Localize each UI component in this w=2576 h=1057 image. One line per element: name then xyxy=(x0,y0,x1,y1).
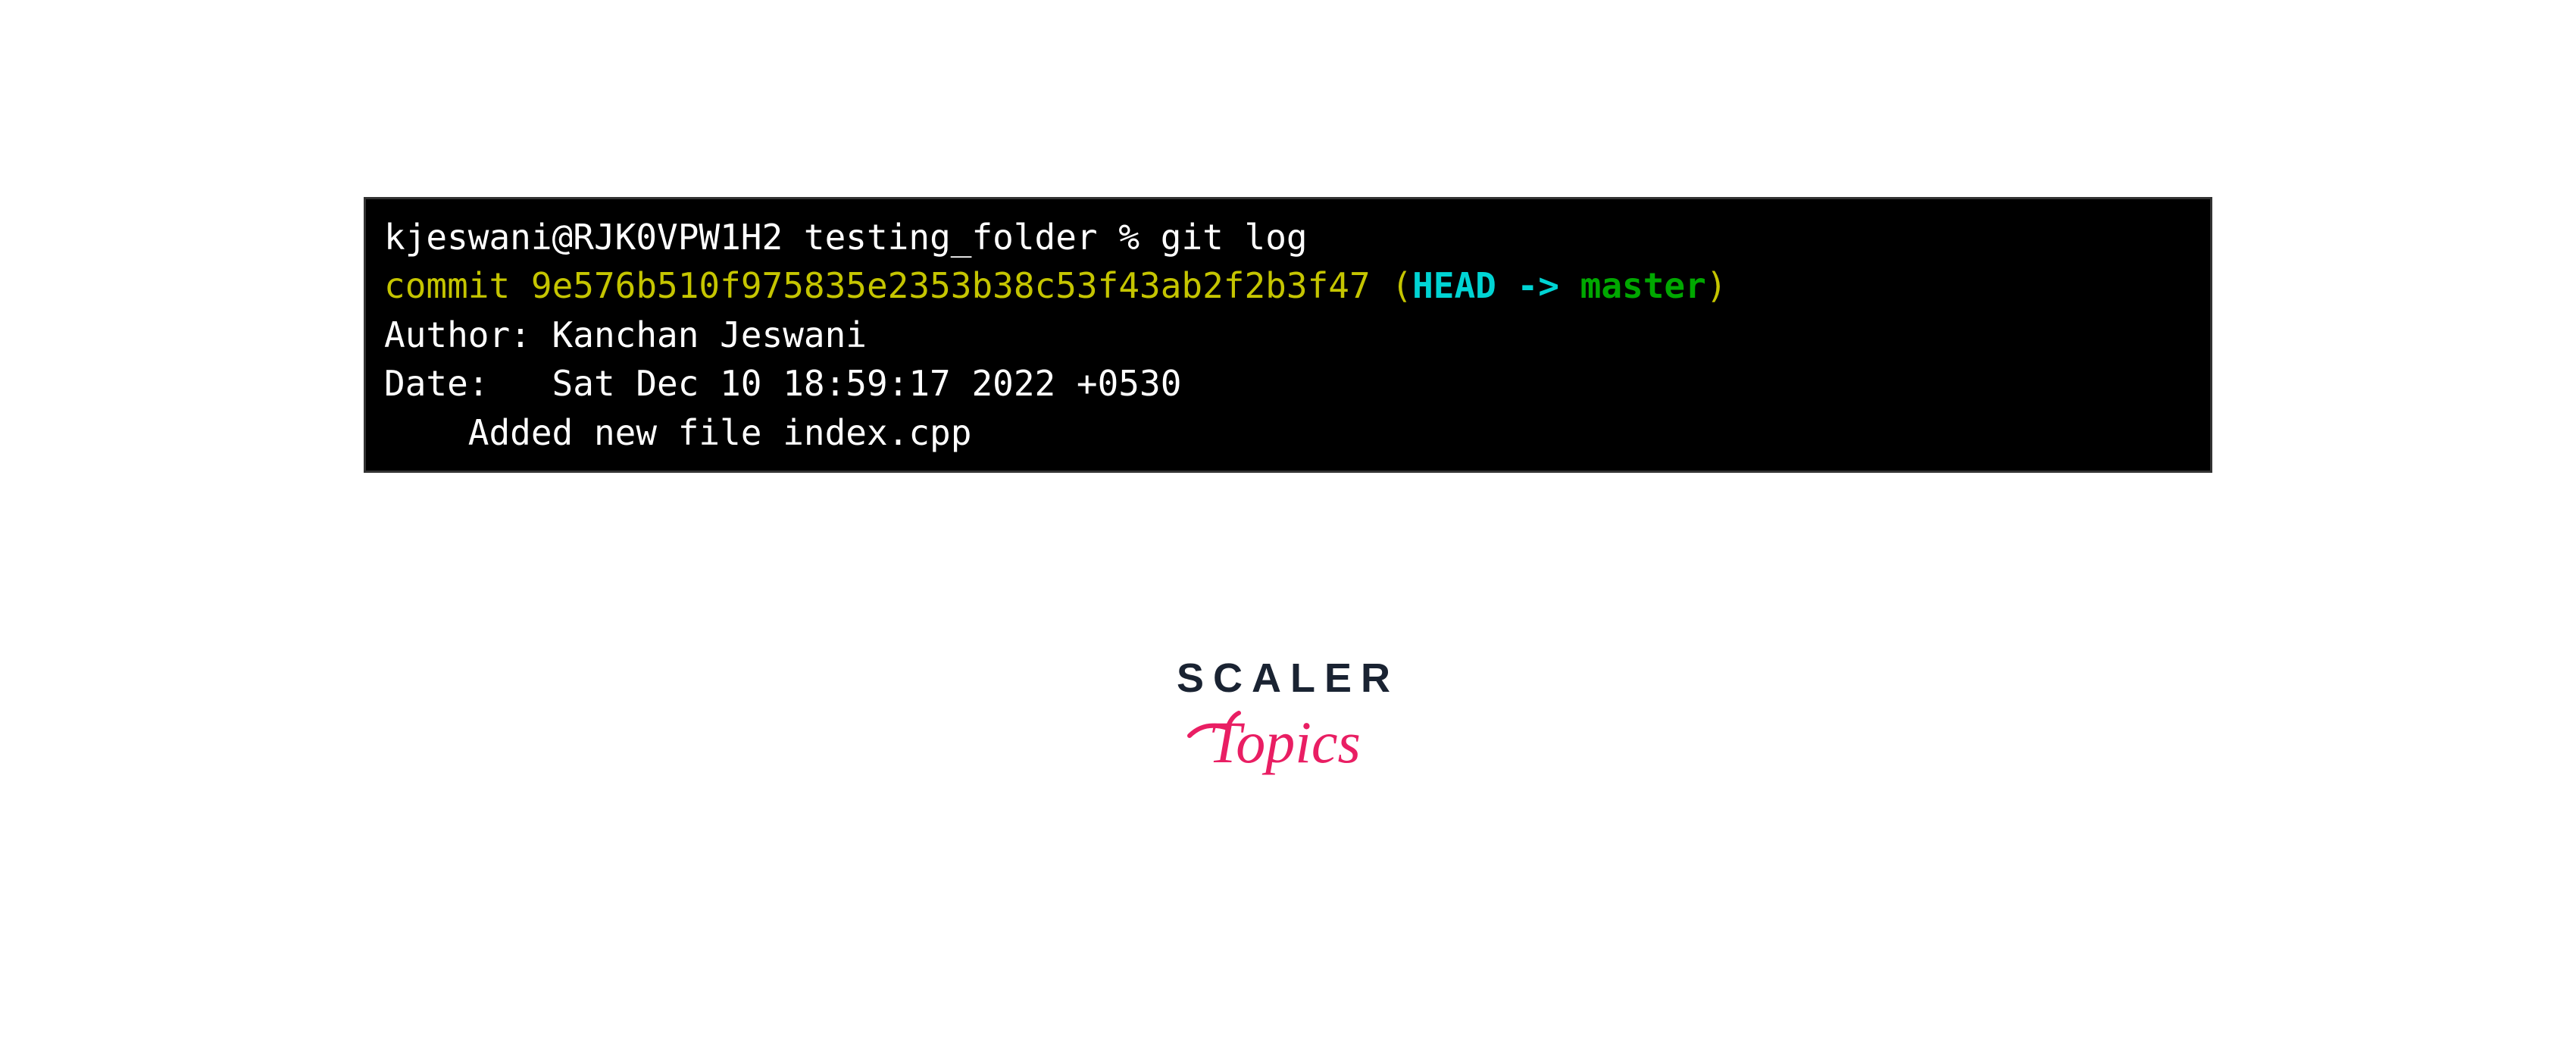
author-line: Author: Kanchan Jeswani xyxy=(384,311,2192,359)
date-line: Date: Sat Dec 10 18:59:17 2022 +0530 xyxy=(384,359,2192,408)
head-pointer: HEAD -> xyxy=(1412,265,1580,306)
brand-logo: SCALER Topics xyxy=(1177,655,1399,793)
logo-scaler-text: SCALER xyxy=(1177,655,1399,702)
commit-line: commit 9e576b510f975835e2353b38c53f43ab2… xyxy=(384,261,2192,310)
commit-label: commit xyxy=(384,265,510,306)
prompt-symbol: % xyxy=(1118,217,1140,258)
command-text: git log xyxy=(1161,217,1308,258)
terminal-window: kjeswani@RJK0VPW1H2 testing_folder % git… xyxy=(364,197,2212,473)
prompt-directory: testing_folder xyxy=(804,217,1098,258)
prompt-user-host: kjeswani@RJK0VPW1H2 xyxy=(384,217,783,258)
paren-close: ) xyxy=(1706,265,1727,306)
commit-hash: 9e576b510f975835e2353b38c53f43ab2f2b3f47 xyxy=(531,265,1371,306)
paren-open: ( xyxy=(1391,265,1412,306)
logo-topics-text: Topics xyxy=(1182,702,1394,793)
commit-message: Added new file index.cpp xyxy=(384,408,2192,457)
branch-name: master xyxy=(1580,265,1706,306)
prompt-line: kjeswani@RJK0VPW1H2 testing_folder % git… xyxy=(384,213,2192,261)
svg-text:Topics: Topics xyxy=(1208,709,1361,775)
